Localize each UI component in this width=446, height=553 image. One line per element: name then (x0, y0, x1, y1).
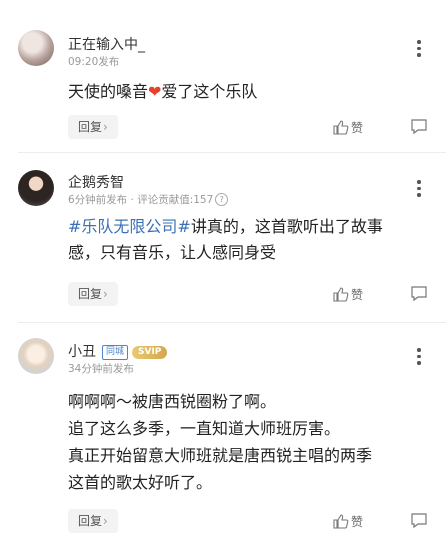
thumbs-up-icon (333, 120, 349, 135)
more-icon[interactable] (417, 40, 421, 60)
thumbs-up-icon (333, 514, 349, 529)
chevron-right-icon: › (103, 287, 108, 301)
chevron-right-icon: › (103, 120, 108, 134)
reply-label: 回复 (78, 287, 103, 301)
comment-line: 真正开始留意大师班就是唐西锐主唱的两季 (68, 446, 373, 465)
comment-text: 啊啊啊～被唐西锐圈粉了啊。 追了这么多季，一直知道大师班厉害。 真正开始留意大师… (68, 388, 418, 496)
thumbs-up-icon (333, 287, 349, 302)
heart-icon: ❤ (148, 82, 162, 101)
comment-text-part: 讲真的，这首歌听出了故事 (190, 217, 383, 236)
more-icon[interactable] (417, 180, 421, 200)
help-icon[interactable]: ? (215, 193, 229, 206)
comment-text-part: 天使的嗓音 (68, 82, 149, 101)
avatar[interactable] (18, 170, 54, 206)
divider (18, 322, 446, 323)
comment-text: 天使的嗓音❤爱了这个乐队 (68, 79, 418, 105)
comment-text-part: 感，只有音乐，让人感同身受 (68, 243, 277, 262)
more-icon[interactable] (417, 348, 421, 368)
like-button[interactable]: 赞 (333, 286, 363, 303)
reply-button[interactable]: 回复› (68, 509, 118, 533)
hashtag-link[interactable]: #乐队无限公司# (68, 217, 191, 236)
like-label: 赞 (351, 121, 364, 135)
local-badge: 同城 (102, 345, 129, 360)
like-label: 赞 (351, 288, 364, 302)
post-time: 34分钟前发布 (68, 363, 134, 375)
reply-label: 回复 (78, 120, 103, 134)
reply-button[interactable]: 回复› (68, 115, 118, 139)
chevron-right-icon: › (103, 514, 108, 528)
post-meta: 6分钟前发布 · 评论贡献值:157? (68, 192, 229, 207)
like-button[interactable]: 赞 (333, 119, 363, 136)
username-row: 小丑 同城 SVIP (68, 341, 168, 361)
username[interactable]: 正在输入中_ (68, 34, 145, 54)
comment-line: 追了这么多季，一直知道大师班厉害。 (68, 419, 341, 438)
avatar[interactable] (18, 30, 54, 66)
comment-reply-icon[interactable] (410, 512, 428, 533)
comment-reply-icon[interactable] (410, 285, 428, 306)
divider (18, 152, 446, 153)
comment-line: 啊啊啊～被唐西锐圈粉了啊。 (68, 392, 277, 411)
username[interactable]: 小丑 (68, 344, 96, 360)
comment-text-part: 爱了这个乐队 (161, 82, 258, 101)
avatar[interactable] (18, 338, 54, 374)
comment-text: #乐队无限公司#讲真的，这首歌听出了故事 感，只有音乐，让人感同身受 (68, 214, 418, 266)
reply-label: 回复 (78, 514, 103, 528)
username[interactable]: 企鹅秀智 (68, 172, 124, 192)
like-label: 赞 (351, 515, 364, 529)
svip-badge[interactable]: SVIP (132, 346, 168, 359)
like-button[interactable]: 赞 (333, 513, 363, 530)
post-time: 6分钟前发布 · 评论贡献值:157 (68, 194, 214, 206)
reply-button[interactable]: 回复› (68, 282, 118, 306)
comment-line: 这首的歌太好听了。 (68, 473, 213, 492)
comment-reply-icon[interactable] (410, 118, 428, 139)
post-time: 09:20发布 (68, 56, 120, 68)
